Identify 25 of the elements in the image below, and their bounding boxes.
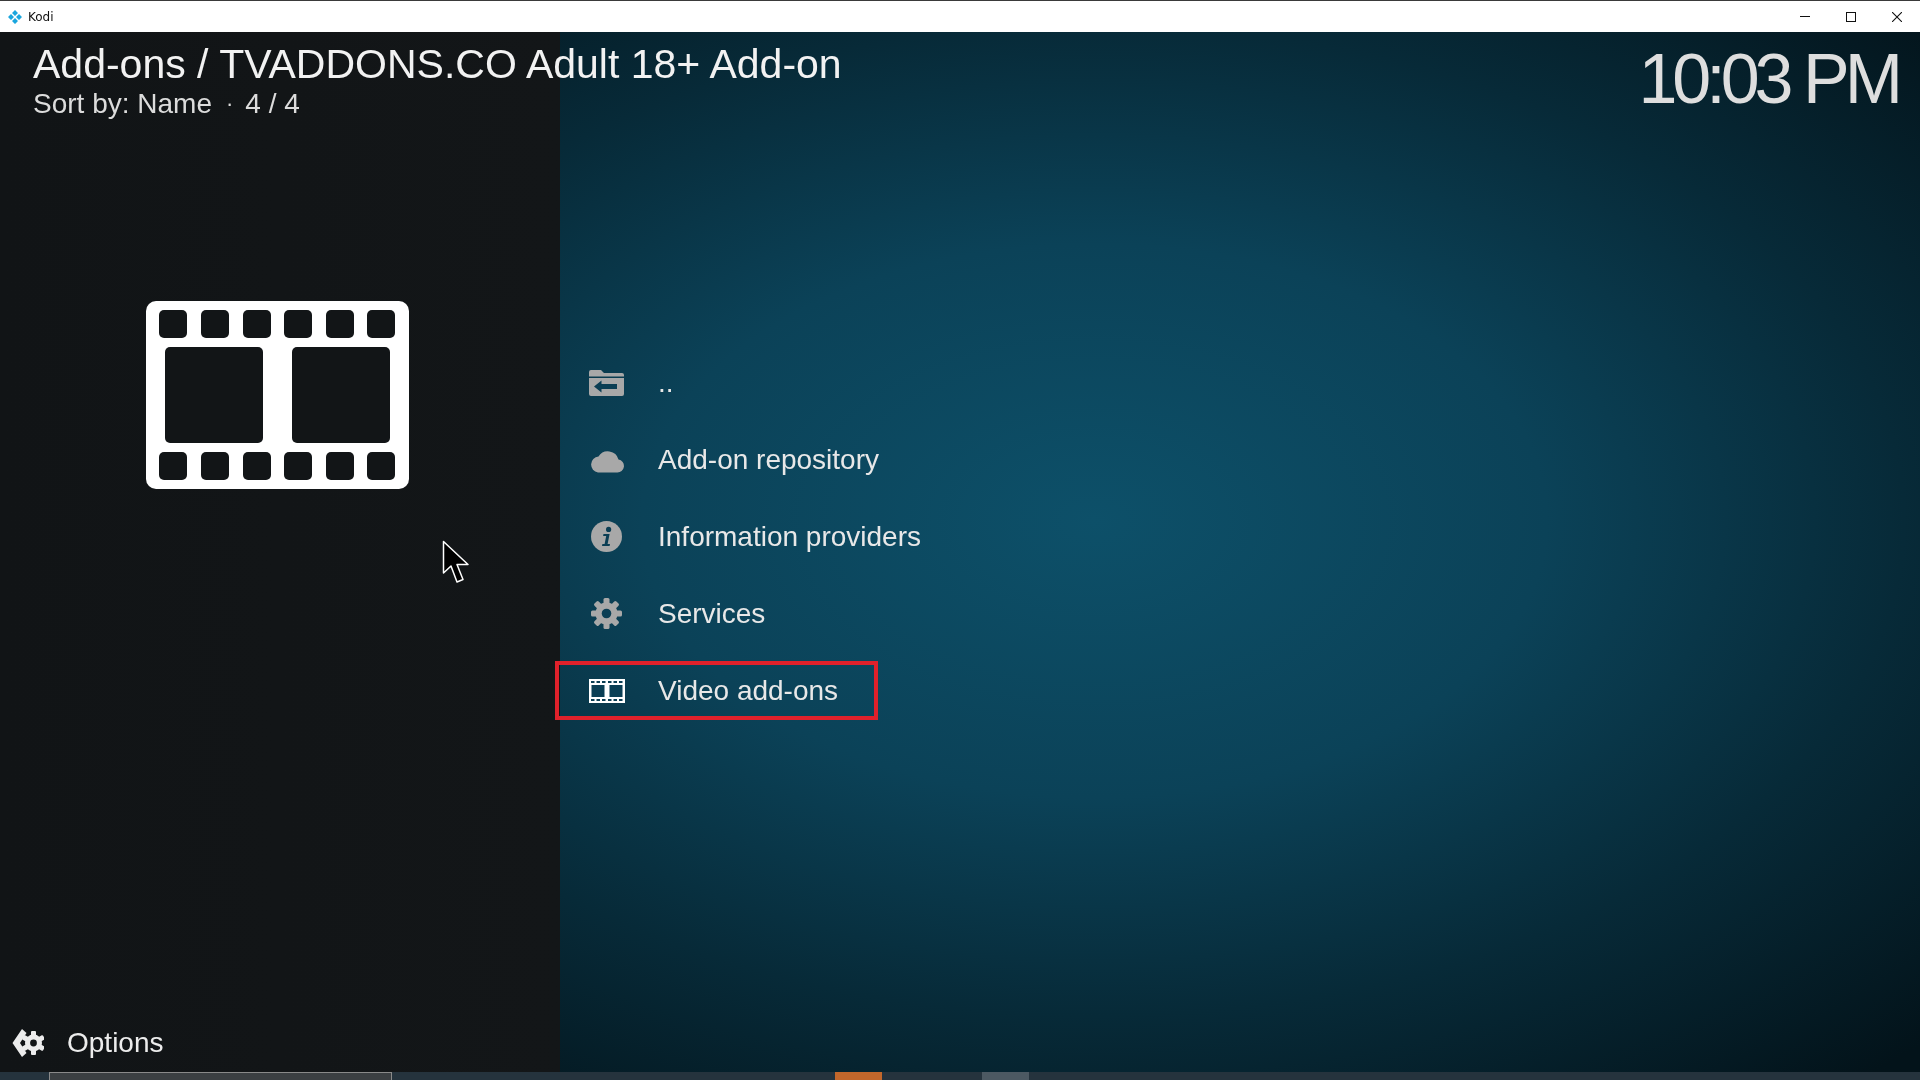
folder-back-icon: [588, 368, 625, 397]
minimize-icon: [1800, 16, 1810, 17]
maximize-icon: [1846, 11, 1856, 22]
app-tile-icon[interactable]: [835, 1072, 882, 1080]
item-count: 4 / 4: [245, 88, 300, 120]
search-field[interactable]: [49, 1072, 392, 1080]
close-icon: [1892, 11, 1902, 22]
clock-time: 10:03 PM: [1638, 44, 1898, 114]
breadcrumb-title: Add-ons / TVADDONS.CO Adult 18+ Add-on: [33, 41, 842, 88]
film-strip-icon: [588, 678, 625, 703]
list-item[interactable]: Add-on repository: [555, 430, 919, 489]
list-item[interactable]: ..: [555, 353, 714, 412]
list-item[interactable]: Information providers: [555, 507, 961, 566]
app-logo-icon: [8, 9, 22, 24]
app-tile-icon[interactable]: [982, 1072, 1029, 1080]
film-strip-icon: [146, 301, 409, 489]
list-item[interactable]: Video add-ons: [555, 661, 879, 720]
window-title: Kodi: [28, 9, 54, 24]
mouse-pointer-icon: [442, 540, 470, 584]
options-button[interactable]: Options: [12, 1027, 164, 1059]
separator-dot: ·: [225, 90, 234, 118]
chevron-gear-icon: [12, 1028, 44, 1058]
info-icon: [591, 521, 622, 552]
list-item[interactable]: Services: [555, 584, 806, 643]
sort-label: Sort by: Name: [33, 88, 212, 120]
